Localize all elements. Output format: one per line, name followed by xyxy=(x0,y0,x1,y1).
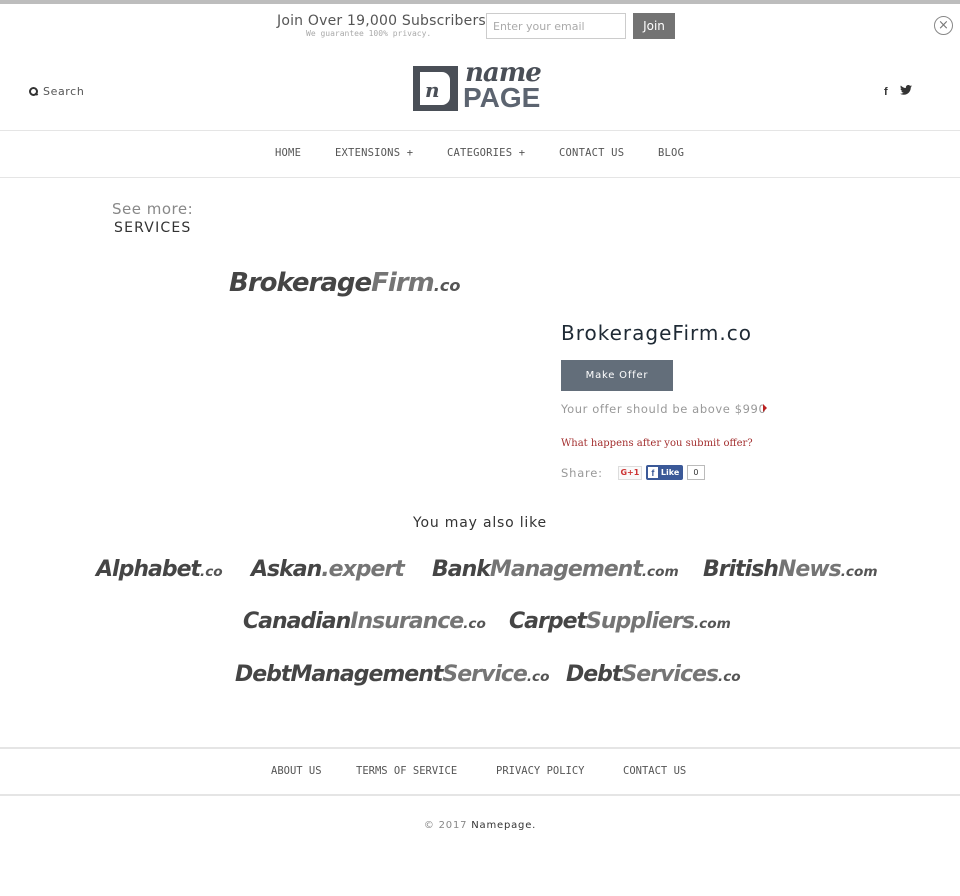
nav-categories[interactable]: CATEGORIES + xyxy=(447,147,525,159)
related-domain-logo[interactable]: CanadianInsurance.co xyxy=(243,609,486,634)
nav-blog[interactable]: BLOG xyxy=(658,147,684,159)
facebook-icon[interactable]: f xyxy=(884,86,888,98)
offer-minimum-text: Your offer should be above $990 xyxy=(561,402,767,416)
facebook-like-count: 0 xyxy=(686,465,705,480)
share-row: Share: G+1 f Like 0 xyxy=(561,465,705,480)
footer-about-us[interactable]: ABOUT US xyxy=(271,765,322,777)
nav-extensions[interactable]: EXTENSIONS + xyxy=(335,147,413,159)
facebook-icon: f xyxy=(647,467,658,478)
footer-privacy-policy[interactable]: PRIVACY POLICY xyxy=(496,765,585,777)
top-border xyxy=(0,0,960,4)
nav-home[interactable]: HOME xyxy=(275,147,301,159)
related-heading: You may also like xyxy=(413,515,547,531)
make-offer-button[interactable]: Make Offer xyxy=(561,360,673,391)
copyright-brand-link[interactable]: Namepage. xyxy=(471,820,536,831)
site-logo[interactable]: n name PAGE xyxy=(413,58,549,113)
close-icon[interactable]: × xyxy=(934,16,953,35)
product-title: BrokerageFirm.co xyxy=(561,321,752,345)
related-domain-logo[interactable]: Askan.expert xyxy=(251,557,405,582)
what-happens-link[interactable]: What happens after you submit offer? xyxy=(561,438,753,449)
google-plus-button[interactable]: G+1 xyxy=(617,465,642,480)
related-domain-logo[interactable]: Alphabet.co xyxy=(96,557,223,582)
subscribe-join-button[interactable]: Join xyxy=(633,13,675,39)
see-more-label: See more: xyxy=(112,200,194,218)
related-domain-logo[interactable]: DebtServices.co xyxy=(566,662,741,687)
social-links: f xyxy=(884,85,912,98)
search-link[interactable]: Search xyxy=(29,85,84,98)
logo-mark: n xyxy=(413,66,458,111)
search-label: Search xyxy=(43,85,85,98)
subscribe-bar: Join Over 19,000 Subscribers We guarante… xyxy=(0,13,960,43)
share-label: Share: xyxy=(561,465,603,480)
caret-right-icon[interactable] xyxy=(763,404,767,412)
subscribe-title: Join Over 19,000 Subscribers xyxy=(277,13,486,29)
subscribe-email-input[interactable] xyxy=(486,13,626,39)
footer-contact-us[interactable]: CONTACT US xyxy=(623,765,686,777)
facebook-like-button[interactable]: f Like xyxy=(645,465,683,480)
related-domain-logo[interactable]: BankManagement.com xyxy=(432,557,679,582)
nav-contact-us[interactable]: CONTACT US xyxy=(559,147,624,159)
product-logo: BrokerageFirm.co xyxy=(229,268,461,298)
subscribe-privacy-note: We guarantee 100% privacy. xyxy=(306,29,432,38)
copyright-text: © 2017 xyxy=(423,820,468,831)
main-nav: HOME EXTENSIONS + CATEGORIES + CONTACT U… xyxy=(0,130,960,178)
search-icon xyxy=(29,87,38,96)
twitter-icon[interactable] xyxy=(899,85,912,98)
related-domain-logo[interactable]: CarpetSuppliers.com xyxy=(509,609,731,634)
related-domain-logo[interactable]: DebtManagementService.co xyxy=(235,662,549,687)
category-link[interactable]: SERVICES xyxy=(114,220,192,236)
logo-text-bottom: PAGE xyxy=(463,82,541,113)
footer-nav: ABOUT US TERMS OF SERVICE PRIVACY POLICY… xyxy=(0,747,960,796)
copyright: © 2017 Namepage. xyxy=(0,820,960,831)
footer-terms-of-service[interactable]: TERMS OF SERVICE xyxy=(356,765,457,777)
related-domain-logo[interactable]: BritishNews.com xyxy=(703,557,878,582)
